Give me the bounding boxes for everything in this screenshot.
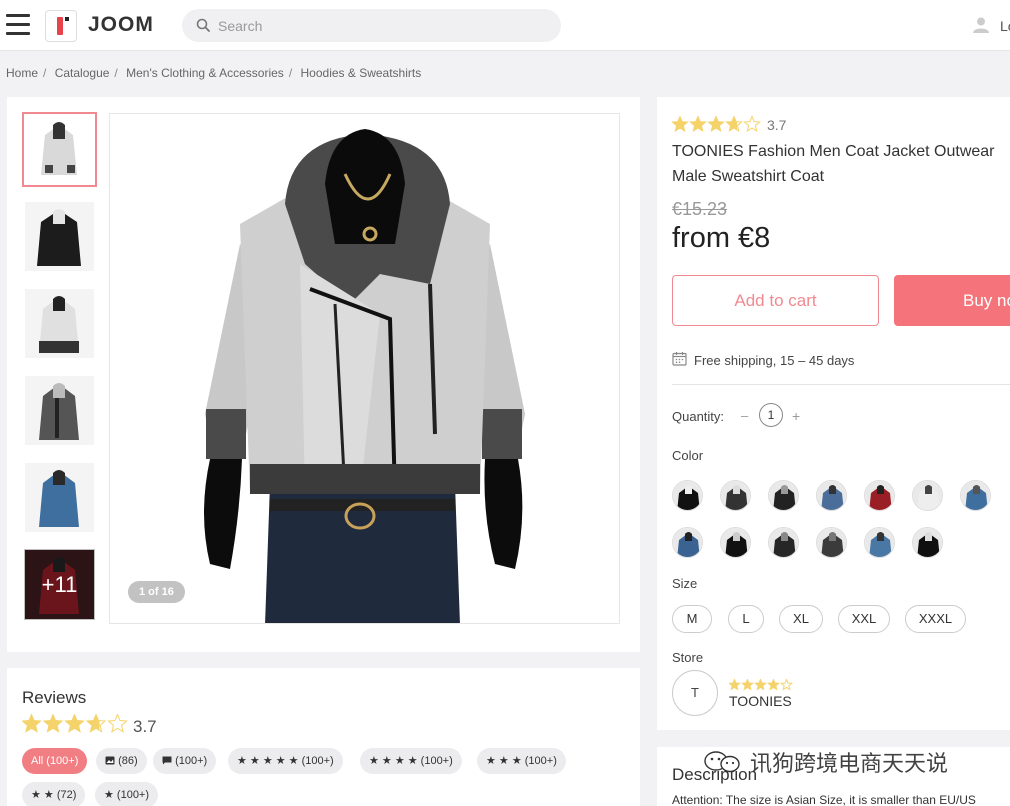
store-avatar[interactable]: T xyxy=(672,670,718,716)
review-filter-1-star[interactable]: ★ (100+) xyxy=(95,782,159,806)
search-bar[interactable] xyxy=(182,9,561,42)
star-icon xyxy=(107,713,128,733)
color-swatch-7[interactable] xyxy=(960,480,991,511)
thumbnail-1[interactable] xyxy=(22,112,97,187)
more-images-label[interactable]: +11 xyxy=(24,549,95,620)
login-link[interactable]: Lo xyxy=(1000,18,1010,34)
thumbnail-6[interactable]: +11 xyxy=(22,547,97,622)
color-swatch-2[interactable] xyxy=(720,480,751,511)
product-title: TOONIES Fashion Men Coat Jacket Outwear … xyxy=(672,143,995,185)
star-icon xyxy=(671,115,689,133)
current-price: from €8 xyxy=(672,222,771,254)
image-counter-badge: 1 of 16 xyxy=(128,581,185,603)
old-price: €15.23 xyxy=(672,199,728,219)
breadcrumb-mens-clothing[interactable]: Men's Clothing & Accessories xyxy=(126,66,284,80)
color-swatch-4[interactable] xyxy=(816,480,847,511)
search-icon xyxy=(196,18,210,32)
comment-icon xyxy=(162,756,172,765)
color-swatch-9[interactable] xyxy=(720,527,751,558)
joom-logo-icon[interactable] xyxy=(45,10,77,42)
breadcrumb-hoodies[interactable]: Hoodies & Sweatshirts xyxy=(301,66,422,80)
star-icon xyxy=(743,115,761,133)
review-filter-5-stars[interactable]: ★ ★ ★ ★ ★ (100+) xyxy=(228,748,343,774)
breadcrumb-home[interactable]: Home xyxy=(6,66,38,80)
wechat-logo-icon xyxy=(704,751,740,773)
watermark-text: 讯狗跨境电商天天说 xyxy=(750,752,949,777)
color-swatch-1[interactable] xyxy=(672,480,703,511)
user-icon[interactable] xyxy=(972,16,990,34)
star-icon xyxy=(728,678,741,691)
color-swatch-12[interactable] xyxy=(864,527,895,558)
review-filter-3-stars[interactable]: ★ ★ ★ (100+) xyxy=(477,748,566,774)
thumbnail-2[interactable] xyxy=(22,199,97,274)
product-info-panel: 3.7 TOONIES Fashion Men Coat Jacket Outw… xyxy=(657,97,1010,730)
menu-icon[interactable] xyxy=(6,14,30,36)
size-option-xl[interactable]: XL xyxy=(779,605,823,633)
thumbnail-3[interactable] xyxy=(22,286,97,361)
reviews-score: 3.7 xyxy=(133,717,157,736)
star-icon xyxy=(64,713,85,733)
top-header: JOOM Lo xyxy=(0,0,1010,51)
breadcrumb: Home / Catalogue / Men's Clothing & Access… xyxy=(6,66,422,80)
quantity-increase-button[interactable]: + xyxy=(792,408,800,424)
star-icon xyxy=(42,713,64,733)
review-filter-comments-label: (100+) xyxy=(175,755,208,767)
size-option-m[interactable]: M xyxy=(672,605,712,633)
add-to-cart-button[interactable]: Add to cart xyxy=(672,275,879,326)
color-swatch-3[interactable] xyxy=(768,480,799,511)
star-icon xyxy=(780,678,793,691)
search-input[interactable] xyxy=(218,9,548,42)
breadcrumb-catalogue[interactable]: Catalogue xyxy=(55,66,110,80)
star-icon xyxy=(689,115,707,133)
review-filter-photos[interactable]: (86) xyxy=(96,748,147,774)
thumbnail-5[interactable] xyxy=(22,460,97,535)
quantity-decrease-button[interactable]: – xyxy=(741,408,748,423)
product-gallery: +11 1 of 16 xyxy=(7,97,640,652)
logo-text[interactable]: JOOM xyxy=(88,13,154,37)
star-icon xyxy=(21,713,42,733)
size-label: Size xyxy=(672,576,698,591)
divider xyxy=(672,384,1010,385)
color-swatch-8[interactable] xyxy=(672,527,703,558)
size-option-l[interactable]: L xyxy=(728,605,764,633)
review-filter-comments[interactable]: (100+) xyxy=(153,748,217,774)
star-icon xyxy=(725,115,743,133)
color-swatch-13[interactable] xyxy=(912,527,943,558)
review-filter-all[interactable]: All (100+) xyxy=(22,748,88,774)
size-option-xxxl[interactable]: XXXL xyxy=(905,605,966,633)
color-swatch-11[interactable] xyxy=(816,527,847,558)
quantity-value[interactable]: 1 xyxy=(759,403,783,427)
main-product-image[interactable]: 1 of 16 xyxy=(109,113,620,624)
reviews-title: Reviews xyxy=(22,688,87,707)
photo-icon xyxy=(105,756,115,765)
store-name[interactable]: TOONIES xyxy=(729,693,792,709)
color-label: Color xyxy=(672,448,704,463)
reviews-rating-stars-icon xyxy=(21,713,128,739)
star-icon xyxy=(741,678,754,691)
description-text: Attention: The size is Asian Size, it is… xyxy=(672,793,976,806)
review-filter-photos-label: (86) xyxy=(118,755,138,767)
star-icon xyxy=(707,115,725,133)
color-swatch-5[interactable] xyxy=(864,480,895,511)
calendar-icon xyxy=(672,352,687,366)
store-label: Store xyxy=(672,650,704,665)
color-swatch-10[interactable] xyxy=(768,527,799,558)
quantity-label: Quantity: xyxy=(672,409,725,424)
thumbnail-4[interactable] xyxy=(22,373,97,448)
shipping-info: Free shipping, 15 – 45 days xyxy=(694,353,855,368)
color-swatch-6[interactable] xyxy=(912,480,943,511)
size-option-xxl[interactable]: XXL xyxy=(838,605,890,633)
product-rating-score: 3.7 xyxy=(767,117,787,133)
review-filter-2-stars[interactable]: ★ ★ (72) xyxy=(22,782,86,806)
star-icon xyxy=(85,713,107,733)
star-icon xyxy=(767,678,780,691)
review-filter-4-stars[interactable]: ★ ★ ★ ★ (100+) xyxy=(360,748,462,774)
buy-now-button[interactable]: Buy now xyxy=(894,275,1010,326)
product-rating-stars-icon xyxy=(671,115,762,138)
star-icon xyxy=(754,678,767,691)
reviews-section: Reviews 3.7 All (100+) (86) (100+) ★ ★ ★… xyxy=(7,668,640,806)
